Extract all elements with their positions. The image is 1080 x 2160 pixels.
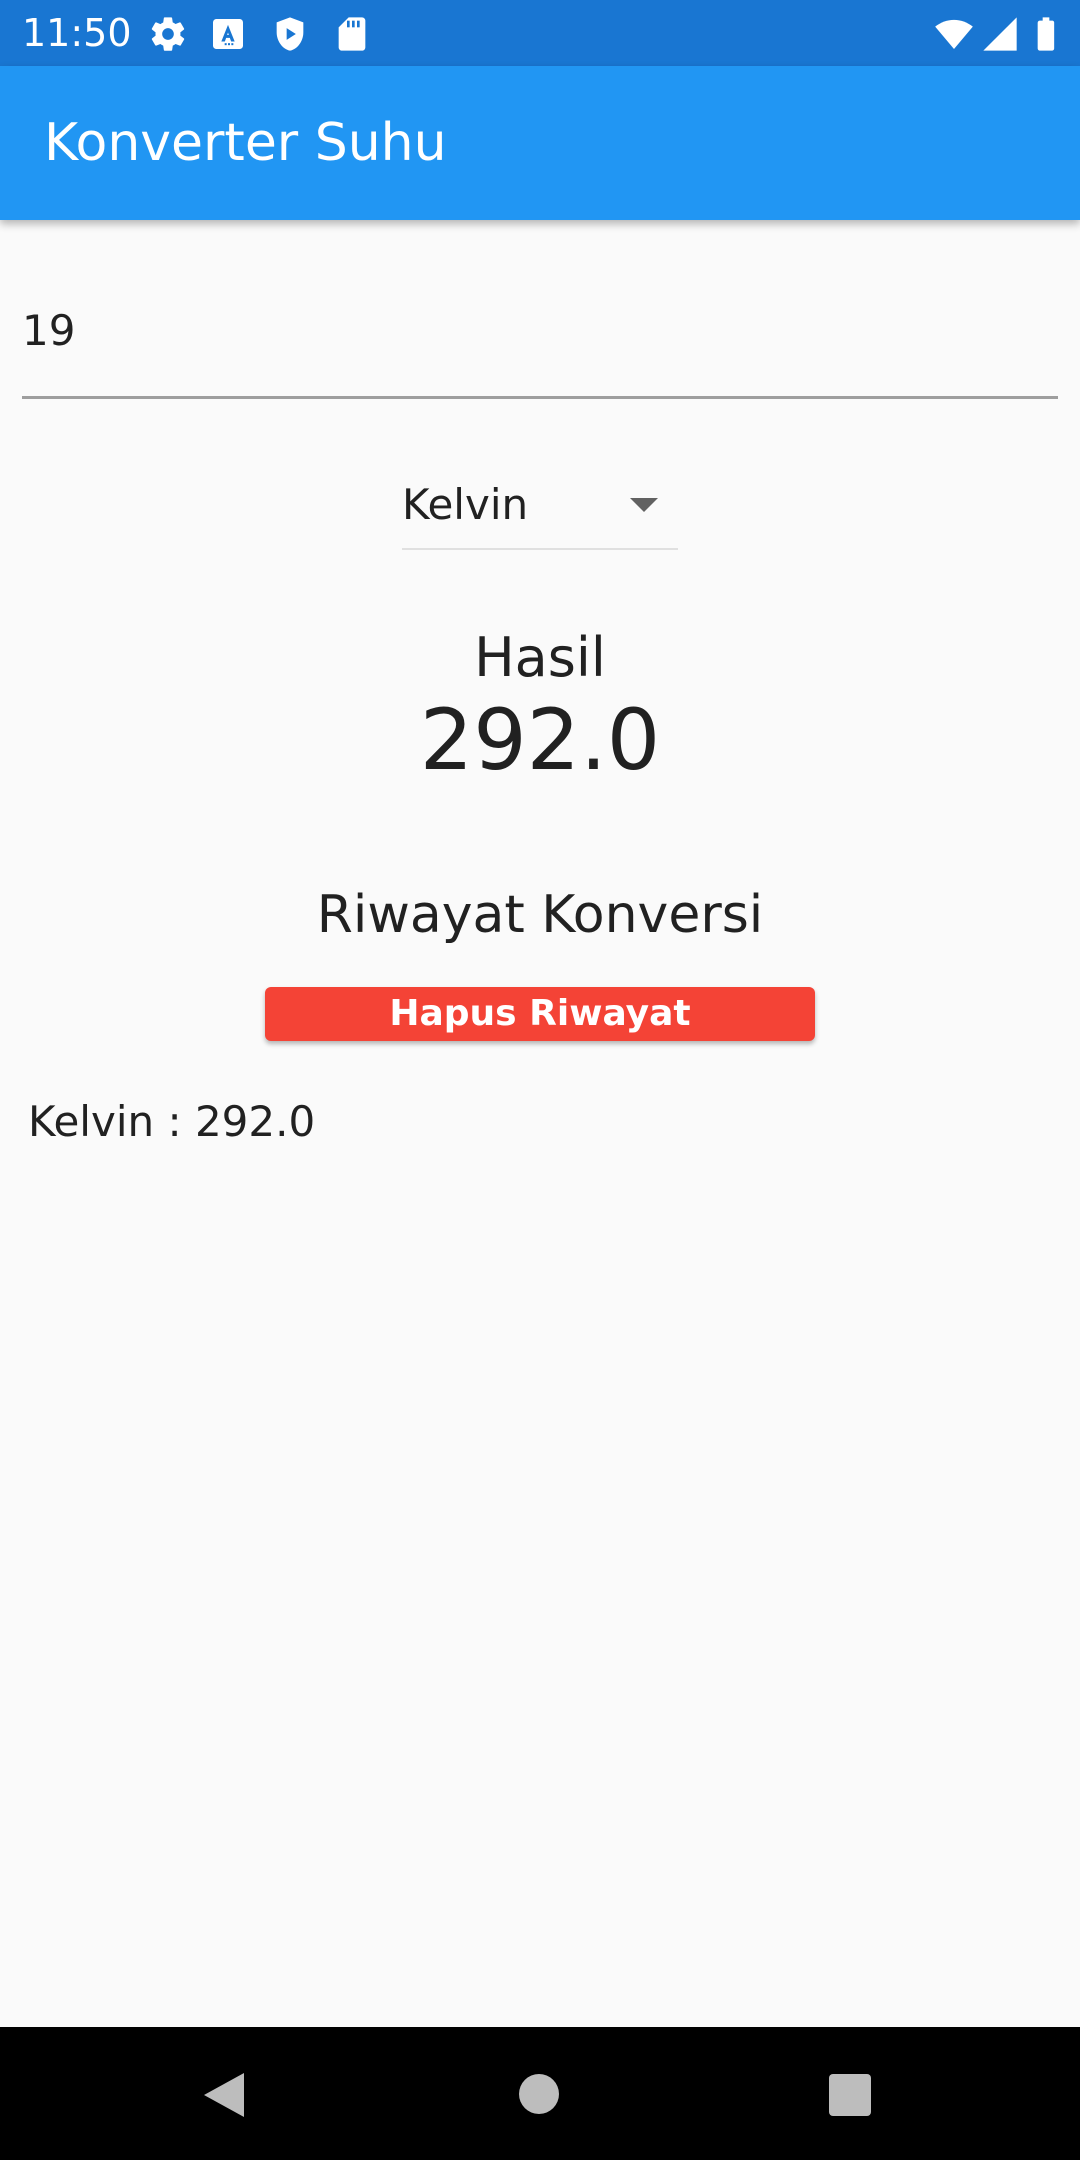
wifi-icon [935, 19, 973, 49]
battery-icon [1037, 17, 1055, 51]
back-icon[interactable] [204, 2073, 244, 2117]
temperature-input-container [22, 290, 1058, 399]
recent-apps-icon[interactable] [829, 2074, 871, 2116]
unit-dropdown[interactable]: Kelvin [402, 470, 678, 550]
status-bar: 11:50 [0, 0, 1080, 66]
home-icon[interactable] [519, 2074, 559, 2114]
result-value: 292.0 [419, 691, 661, 789]
sd-card-icon [338, 17, 366, 51]
history-item: Kelvin : 292.0 [28, 1097, 316, 1146]
nav-bar [0, 2027, 1080, 2160]
temperature-input[interactable] [22, 300, 1022, 360]
shield-play-icon [276, 17, 304, 51]
clear-history-button[interactable]: Hapus Riwayat [265, 987, 815, 1041]
gear-icon [151, 17, 185, 51]
cell-signal-icon [983, 17, 1017, 51]
app-bar: Konverter Suhu [0, 66, 1080, 220]
result-label: Hasil [474, 626, 606, 689]
history-list: Kelvin : 292.0 [28, 1092, 1048, 1152]
dropdown-arrow-icon [630, 498, 658, 512]
history-title: Riwayat Konversi [316, 885, 764, 945]
app-title: Konverter Suhu [44, 113, 447, 173]
status-time: 11:50 [22, 11, 132, 55]
a-keyboard-icon [213, 19, 243, 49]
dropdown-selected-value: Kelvin [402, 480, 529, 529]
